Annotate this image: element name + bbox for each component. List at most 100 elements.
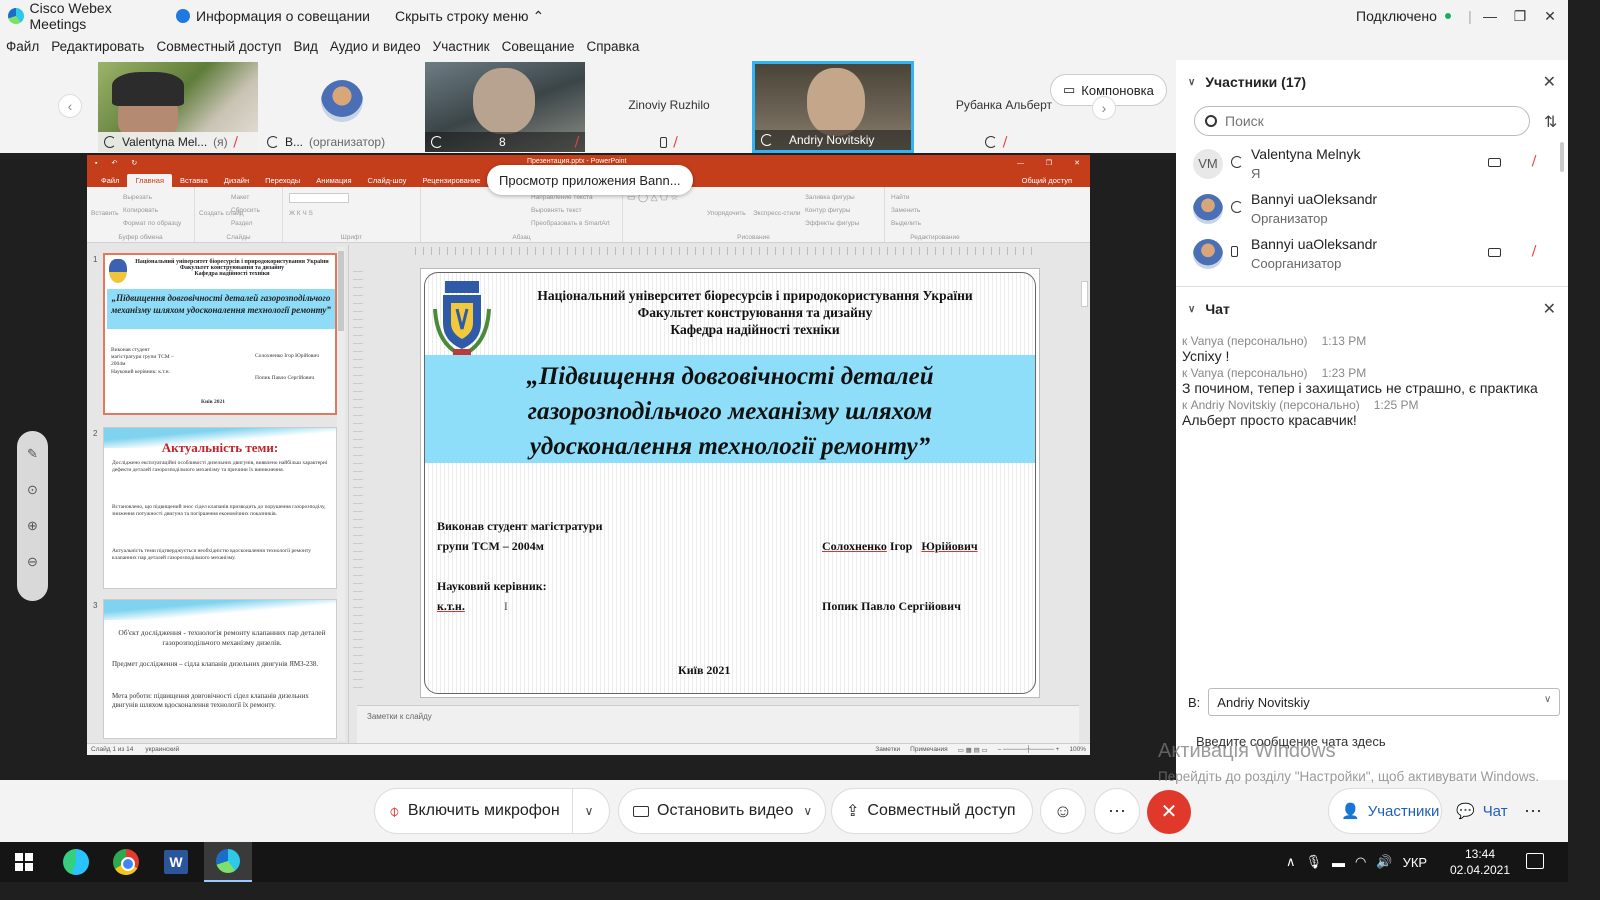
- share-button[interactable]: ⇪ Совместный доступ: [831, 788, 1033, 834]
- participant-row[interactable]: VM Valentyna Melnyk Я ⧸: [1176, 142, 1568, 187]
- hide-menu-button[interactable]: Скрыть строку меню ⌃: [395, 8, 544, 25]
- slide-title-line: газорозподільчого механізму шляхом: [527, 398, 933, 425]
- sync-icon: [1231, 201, 1243, 213]
- menu-share[interactable]: Совместный доступ: [156, 39, 281, 54]
- mic-muted-icon[interactable]: ⧸: [1532, 244, 1536, 259]
- restore-icon[interactable]: ❐: [1508, 4, 1532, 28]
- close-participants-icon[interactable]: ✕: [1543, 72, 1556, 92]
- menu-file[interactable]: Файл: [6, 39, 39, 54]
- view-application-tooltip[interactable]: Просмотр приложения Bann...: [487, 165, 693, 195]
- chat-recipient-select[interactable]: Andriy Novitskiy ∨: [1208, 688, 1561, 716]
- menu-view[interactable]: Вид: [293, 39, 317, 54]
- thumb-text: Виконав студент магістратури групи ТСМ –…: [111, 347, 174, 367]
- start-button[interactable]: [0, 842, 48, 882]
- taskbar-edge[interactable]: [52, 842, 100, 882]
- stop-video-button[interactable]: Остановить видео ∨: [618, 788, 826, 834]
- taskbar-clock[interactable]: 13:44 02.04.2021: [1448, 846, 1512, 878]
- chevron-up-icon[interactable]: ∧: [1286, 854, 1296, 870]
- participant-row[interactable]: Bannyi uaOleksandr Соорганизатор ⧸: [1176, 232, 1568, 277]
- ribbon-group-name: Абзац: [512, 234, 531, 241]
- more-options-icon[interactable]: ⋯: [1094, 788, 1140, 834]
- wifi-icon[interactable]: ◠: [1355, 854, 1366, 870]
- microphone-icon[interactable]: 🎙: [1306, 854, 1323, 870]
- chat-meta: к Andriy Novitskiy (персонально) 1:25 PM: [1182, 398, 1562, 412]
- tile-namebar: Valentyna Mel... (я) ⧸: [98, 132, 258, 152]
- chat-panel-button[interactable]: 💬 Чат: [1444, 788, 1520, 834]
- minimize-icon[interactable]: —: [1478, 4, 1502, 28]
- chevron-right-icon[interactable]: ›: [1092, 96, 1116, 120]
- chat-button-label: Чат: [1482, 802, 1508, 820]
- pointer-icon[interactable]: ⊙: [24, 481, 41, 498]
- end-meeting-button[interactable]: ✕: [1147, 790, 1191, 834]
- tile-name: Valentyna Mel...: [122, 135, 208, 149]
- ribbon-layout: Макет: [231, 194, 250, 201]
- chat-header[interactable]: ∨ Чат ✕: [1176, 289, 1568, 329]
- video-tile-8[interactable]: 8 ⧸: [425, 62, 585, 152]
- connection-status: Подключено: [1356, 8, 1451, 24]
- mic-muted-icon: ⌽: [389, 800, 400, 821]
- chat-message-input[interactable]: [1196, 730, 1546, 752]
- sort-icon[interactable]: ⇅: [1544, 112, 1557, 132]
- chat-message: Успіху !: [1182, 348, 1230, 364]
- ribbon-group-name: Слайды: [226, 234, 251, 241]
- battery-icon[interactable]: ▬: [1332, 855, 1345, 870]
- participants-header[interactable]: ∨ Участники (17) ✕: [1176, 62, 1568, 102]
- menu-meeting[interactable]: Совещание: [502, 39, 575, 54]
- volume-icon[interactable]: 🔊: [1376, 854, 1392, 870]
- ribbon-smartart: Преобразовать в SmartArt: [531, 220, 610, 227]
- menu-edit[interactable]: Редактировать: [51, 39, 144, 54]
- chat-message: З почином, тепер і захищатись не страшно…: [1182, 380, 1538, 396]
- reactions-icon[interactable]: ☺: [1040, 788, 1086, 834]
- participant-search-input[interactable]: [1225, 113, 1505, 129]
- webex-icon: [216, 849, 240, 873]
- ribbon-group-font: Ж К Ч S Шрифт: [283, 187, 421, 242]
- avatar: [1193, 194, 1223, 224]
- video-tile-rubanka[interactable]: Рубанка Альберт ⧸: [916, 62, 1076, 152]
- taskbar-word[interactable]: W: [152, 842, 200, 882]
- windows-logo-icon: [15, 853, 33, 871]
- more-panels-icon[interactable]: ⋯: [1512, 788, 1554, 834]
- menu-participant[interactable]: Участник: [433, 39, 490, 54]
- close-chat-icon[interactable]: ✕: [1543, 299, 1556, 319]
- participant-row[interactable]: Bannyi uaOleksandr Организатор: [1176, 187, 1568, 232]
- chat-title: Чат: [1205, 301, 1230, 317]
- chat-time: 1:23 PM: [1321, 366, 1367, 380]
- webex-logo-icon: [8, 8, 24, 24]
- input-language[interactable]: УКР: [1403, 855, 1428, 870]
- mic-muted-icon[interactable]: ⧸: [1532, 154, 1536, 169]
- zoom-in-icon[interactable]: ⊕: [24, 517, 41, 534]
- ppt-tab-slideshow: Слайд-шоу: [367, 176, 407, 185]
- chat-to-label: В:: [1188, 694, 1201, 710]
- slide-student-surname: Солохненко: [822, 539, 887, 553]
- menu-help[interactable]: Справка: [586, 39, 639, 54]
- chevron-down-icon[interactable]: ∨: [803, 804, 812, 818]
- taskbar-webex[interactable]: [204, 842, 252, 882]
- taskbar-chrome[interactable]: [102, 842, 150, 882]
- video-camera-icon[interactable]: [1488, 248, 1501, 257]
- meeting-info-button[interactable]: Информация о совещании: [176, 8, 370, 24]
- slide-department: Кафедра надійності техніки: [670, 322, 840, 337]
- chevron-down-icon[interactable]: ∨: [585, 804, 594, 818]
- pen-icon[interactable]: ✎: [24, 445, 41, 462]
- participants-panel-button[interactable]: 👤 Участники: [1328, 788, 1442, 834]
- video-camera-icon[interactable]: [1488, 158, 1501, 167]
- menu-audio-video[interactable]: Аудио и видео: [330, 39, 421, 54]
- video-tile-andriy-active-speaker[interactable]: Andriy Novitskiy: [752, 61, 914, 153]
- thumb-text: Об'єкт дослідження - технологія ремонту …: [118, 628, 326, 647]
- video-tile-zinoviy[interactable]: Zinoviy Ruzhilo ⧸: [589, 62, 749, 152]
- ribbon-quick-styles: Экспресс-стили: [753, 210, 801, 217]
- chat-recipient-value: Andriy Novitskiy: [1217, 694, 1310, 710]
- menu-bar: Файл Редактировать Совместный доступ Вид…: [0, 32, 1568, 60]
- participant-role: Организатор: [1251, 211, 1328, 226]
- ribbon-paste: Вставить: [91, 210, 119, 217]
- zoom-out-icon[interactable]: ⊖: [24, 553, 41, 570]
- slide-title-line: удосконалення технології ремонту”: [529, 433, 931, 460]
- slide-thumbnail-1: Національний університет біоресурсів і п…: [103, 253, 337, 415]
- unmute-button[interactable]: ⌽ Включить микрофон ∨: [374, 788, 610, 834]
- chevron-left-icon[interactable]: ‹: [58, 94, 82, 118]
- close-window-icon[interactable]: ✕: [1538, 4, 1562, 28]
- video-tile-organizer[interactable]: B... (организатор): [261, 62, 421, 152]
- notification-icon[interactable]: [1526, 853, 1544, 869]
- participants-scrollbar[interactable]: [1560, 142, 1564, 172]
- video-tile-valentyna[interactable]: Valentyna Mel... (я) ⧸: [98, 62, 258, 152]
